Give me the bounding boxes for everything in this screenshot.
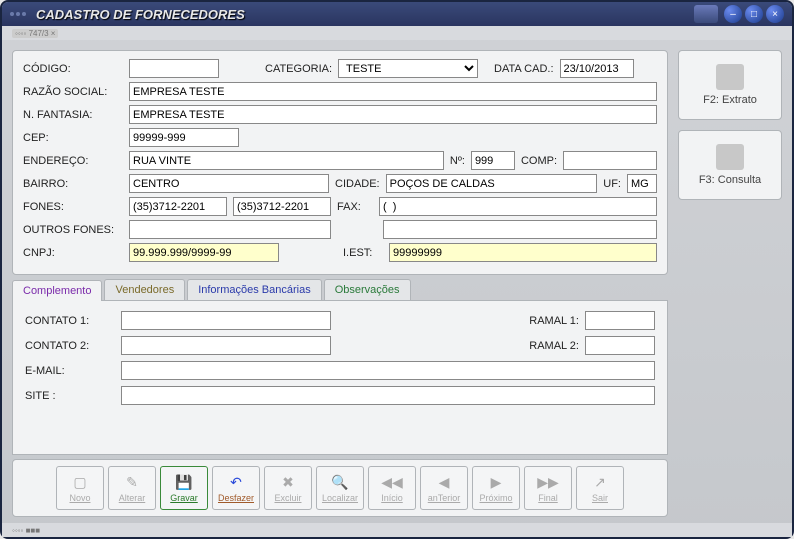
first-icon: ◀◀ [381,474,403,491]
close-button[interactable]: × [766,5,784,23]
email-input[interactable] [121,361,655,380]
contato1-input[interactable] [121,311,331,330]
razao-input[interactable] [129,82,657,101]
anterior-button[interactable]: ◀anTerior [420,466,468,510]
delete-icon: ✖ [282,474,294,491]
tab-complemento[interactable]: Complemento [12,280,102,301]
label-cnpj: CNPJ: [23,247,123,259]
label-ramal1: RAMAL 1: [529,315,579,327]
tab-panel: Complemento Vendedores Informações Bancá… [12,279,668,455]
desfazer-button[interactable]: ↶Desfazer [212,466,260,510]
alterar-button[interactable]: ✎Alterar [108,466,156,510]
footer-bar: ◦◦◦◦ ■■■ [2,523,792,537]
excluir-button[interactable]: ✖Excluir [264,466,312,510]
site-input[interactable] [121,386,655,405]
label-datacad: DATA CAD.: [494,63,554,75]
new-icon: ▢ [73,474,86,491]
title-dots-icon [10,12,30,16]
label-endereco: ENDEREÇO: [23,155,123,167]
comp-input[interactable] [563,151,657,170]
iest-input[interactable] [389,243,657,262]
uf-input[interactable] [627,174,657,193]
label-cep: CEP: [23,132,123,144]
next-icon: ▶ [491,474,502,491]
datacad-input[interactable] [560,59,634,78]
consulta-button[interactable]: F3: Consulta [678,130,782,200]
label-uf: UF: [603,178,621,190]
ramal2-input[interactable] [585,336,655,355]
toolbar: ▢Novo ✎Alterar 💾Gravar ↶Desfazer ✖Exclui… [12,459,668,517]
label-numero: Nº: [450,155,465,167]
undo-icon: ↶ [230,474,242,491]
fone1-input[interactable] [129,197,227,216]
sub-bar: ◦◦◦◦ 747/3 × [2,26,792,40]
label-cidade: CIDADE: [335,178,380,190]
sair-button[interactable]: ↗Sair [576,466,624,510]
label-fones: FONES: [23,201,123,213]
fantasia-input[interactable] [129,105,657,124]
label-iest: I.EST: [343,247,383,259]
label-comp: COMP: [521,155,557,167]
window-title: CADASTRO DE FORNECEDORES [36,7,245,22]
novo-button[interactable]: ▢Novo [56,466,104,510]
endereco-input[interactable] [129,151,444,170]
label-codigo: CÓDIGO: [23,63,123,75]
categoria-select[interactable]: TESTE [338,59,478,78]
tab-vendedores[interactable]: Vendedores [104,279,185,300]
edit-icon: ✎ [126,474,138,491]
form-panel: CÓDIGO: CATEGORIA: TESTE DATA CAD.: RAZÃ… [12,50,668,275]
prev-icon: ◀ [439,474,450,491]
numero-input[interactable] [471,151,515,170]
extrato-button[interactable]: F2: Extrato [678,50,782,120]
cnpj-input[interactable] [129,243,279,262]
gravar-button[interactable]: 💾Gravar [160,466,208,510]
outros2-input[interactable] [383,220,657,239]
outros1-input[interactable] [129,220,331,239]
label-email: E-MAIL: [25,365,115,377]
title-clip-icon [694,5,718,23]
label-site: SITE : [25,390,115,402]
save-icon: 💾 [175,474,192,491]
label-fax: FAX: [337,201,373,213]
proximo-button[interactable]: ▶Próximo [472,466,520,510]
label-outros: OUTROS FONES: [23,224,123,236]
contato2-input[interactable] [121,336,331,355]
app-window: CADASTRO DE FORNECEDORES – □ × ◦◦◦◦ 747/… [0,0,794,539]
label-contato1: CONTATO 1: [25,315,115,327]
codigo-input[interactable] [129,59,219,78]
bairro-input[interactable] [129,174,329,193]
label-fantasia: N. FANTASIA: [23,109,123,121]
label-contato2: CONTATO 2: [25,340,115,352]
maximize-button[interactable]: □ [745,5,763,23]
label-categoria: CATEGORIA: [265,63,332,75]
consulta-icon [716,144,744,170]
fax-input[interactable] [379,197,657,216]
inicio-button[interactable]: ◀◀Início [368,466,416,510]
extrato-icon [716,64,744,90]
cidade-input[interactable] [386,174,598,193]
tab-observacoes[interactable]: Observações [324,279,411,300]
exit-icon: ↗ [594,474,606,491]
label-bairro: BAIRRO: [23,178,123,190]
localizar-button[interactable]: 🔍Localizar [316,466,364,510]
extrato-label: F2: Extrato [703,94,757,106]
minimize-button[interactable]: – [724,5,742,23]
titlebar: CADASTRO DE FORNECEDORES – □ × [2,2,792,26]
final-button[interactable]: ▶▶Final [524,466,572,510]
search-icon: 🔍 [331,474,348,491]
consulta-label: F3: Consulta [699,174,761,186]
cep-input[interactable] [129,128,239,147]
label-ramal2: RAMAL 2: [529,340,579,352]
label-razao: RAZÃO SOCIAL: [23,86,123,98]
tab-bancarias[interactable]: Informações Bancárias [187,279,322,300]
fone2-input[interactable] [233,197,331,216]
ramal1-input[interactable] [585,311,655,330]
last-icon: ▶▶ [537,474,559,491]
